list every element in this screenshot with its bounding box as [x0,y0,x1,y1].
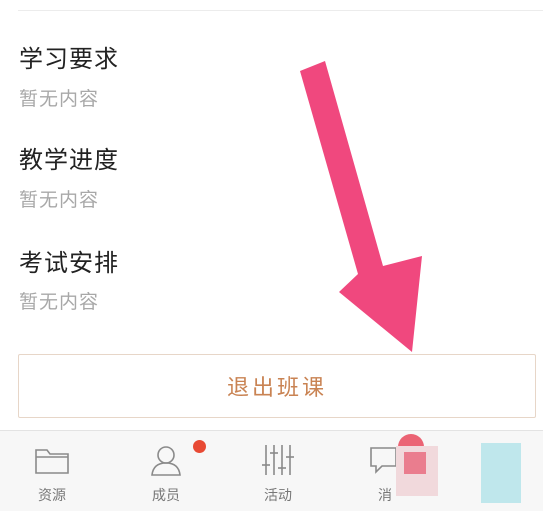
section-title-teaching-progress: 教学进度 [19,146,119,174]
section-content-exam-schedule: 暂无内容 [19,291,100,313]
bottom-tab-bar: 资源 成员 活动 消 [0,430,543,511]
sliders-icon [260,443,296,477]
section-title-study-requirements: 学习要求 [19,45,119,73]
tab-activities[interactable]: 活动 [230,431,326,511]
members-badge [193,440,206,453]
folder-icon [34,443,70,477]
quit-class-button[interactable]: 退出班课 [18,354,536,418]
tab-label-activities: 活动 [264,488,292,504]
tab-label-messages: 消 [378,488,392,504]
section-content-teaching-progress: 暂无内容 [19,189,100,211]
section-title-exam-schedule: 考试安排 [19,249,119,277]
tab-label-resources: 资源 [38,488,66,504]
section-content-study-requirements: 暂无内容 [19,88,100,110]
blur-mosaic-right [481,443,521,503]
tab-label-members: 成员 [152,488,180,504]
blur-mosaic-red [404,452,426,474]
person-icon [149,443,183,477]
top-divider [18,10,543,11]
tab-resources[interactable]: 资源 [4,431,100,511]
